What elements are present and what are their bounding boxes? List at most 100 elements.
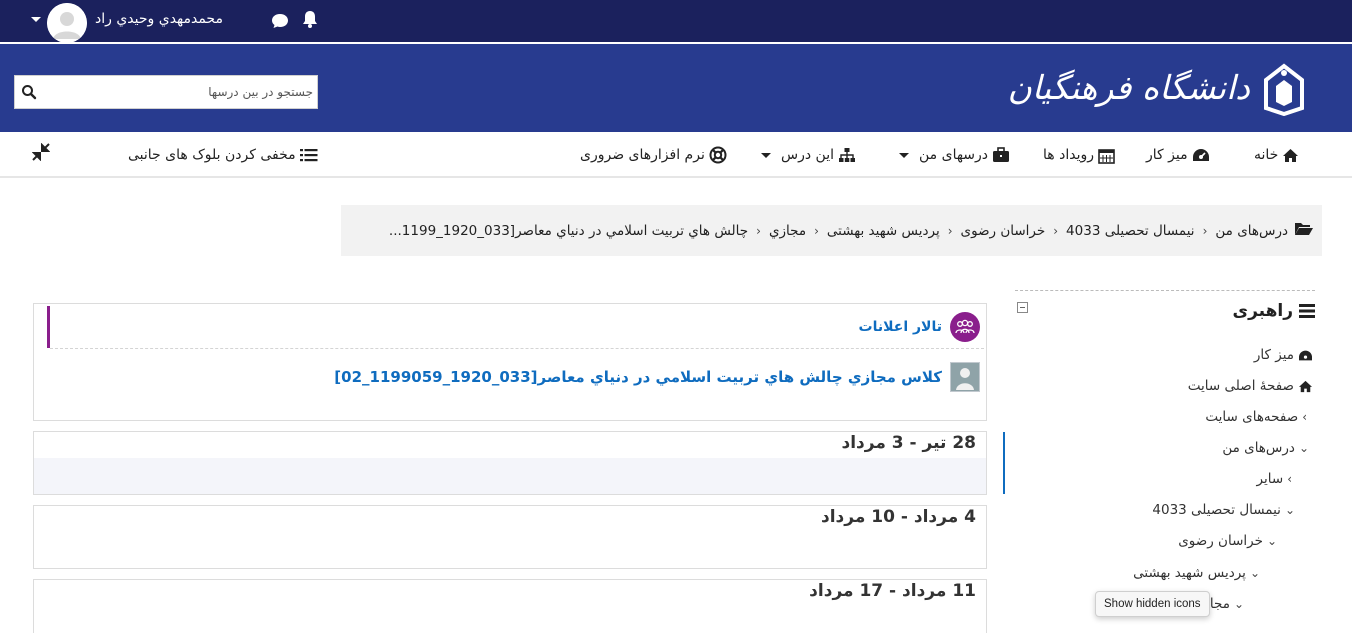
chevron-left-icon: ‹ (947, 223, 953, 238)
chevron-down-icon (761, 152, 771, 158)
course-search (14, 75, 318, 109)
week-section: 4 مرداد - 10 مرداد (33, 505, 987, 569)
search-input[interactable] (45, 76, 317, 108)
list-icon (299, 149, 318, 162)
tree-item-site-home[interactable]: صفحهٔ اصلی سایت (1188, 378, 1313, 394)
tree-item-label: نیمسال تحصیلی 4033 (1152, 502, 1281, 518)
breadcrumb-item[interactable]: خراسان رضوی (961, 223, 1046, 239)
breadcrumb-item[interactable]: درس‌های من (1215, 223, 1288, 239)
dashboard-icon (1192, 149, 1209, 161)
lifebuoy-icon (709, 146, 727, 164)
forum-icon (950, 312, 980, 342)
tree-item-label: سایر (1256, 471, 1284, 487)
site-logo[interactable]: دانشگاه فرهنگیان (1007, 58, 1310, 120)
tree-item-site-pages[interactable]: › صفحه‌های سایت (1205, 409, 1307, 425)
chevron-left-icon: ‹ (1202, 223, 1208, 238)
nav-software[interactable]: نرم افزارهای ضروری (580, 144, 727, 166)
tree-item-virtual[interactable]: ⌄ مجا (1210, 596, 1244, 612)
breadcrumb: درس‌های من ‹ نیمسال تحصیلی 4033 ‹ خراسان… (341, 205, 1322, 256)
user-name[interactable]: محمدمهدي وحيدي راد (95, 11, 223, 27)
briefcase-icon (993, 147, 1010, 162)
chevron-down-icon: ⌄ (1298, 441, 1309, 455)
chevron-down-icon: ⌄ (1249, 566, 1260, 580)
university-emblem-icon (1262, 62, 1306, 117)
compress-icon[interactable] (31, 142, 51, 165)
announcements-link[interactable]: تالار اعلانات (859, 319, 942, 335)
chevron-left-icon: › (1287, 472, 1292, 486)
hide-blocks-button[interactable]: مخفی کردن بلوک های جانبی (32, 144, 318, 166)
bars-icon (1299, 304, 1315, 318)
virtual-class-link[interactable]: كلاس مجازي چالش هاي تربيت اسلامي در دنيا… (334, 368, 942, 386)
site-header: دانشگاه فرهنگیان (0, 44, 1352, 132)
tree-item-label: صفحهٔ اصلی سایت (1187, 378, 1294, 394)
tree-item-other[interactable]: › سایر (1257, 471, 1292, 487)
hide-blocks-label: مخفی کردن بلوک های جانبی (128, 147, 296, 163)
home-icon (1283, 148, 1299, 162)
chevron-left-icon: › (1302, 410, 1307, 424)
chevron-left-icon: ‹ (756, 223, 761, 238)
chevron-down-icon: ⌄ (1266, 534, 1277, 548)
breadcrumb-current: چالش هاي تربيت اسلامي در دنياي معاصر[033… (388, 222, 749, 239)
nav-this-course[interactable]: این درس (761, 144, 856, 166)
tree-item-province[interactable]: ⌄ خراسان رضوی (1178, 533, 1277, 549)
tree-item-semester[interactable]: ⌄ نیمسال تحصیلی 4033 (1152, 502, 1295, 518)
nav-home-label: خانه (1254, 147, 1279, 163)
tree-item-label: مجا (1209, 596, 1230, 612)
week-section: 11 مرداد - 17 مرداد (33, 579, 987, 633)
chevron-down-icon: ⌄ (1284, 503, 1295, 517)
week-title[interactable]: 28 تیر - 3 مرداد (841, 433, 976, 453)
navigation-block: راهبری (1015, 290, 1315, 633)
tree-item-dashboard[interactable]: میز کار (1254, 347, 1313, 363)
nav-software-label: نرم افزارهای ضروری (580, 147, 705, 163)
highlight-bar (47, 306, 50, 348)
tree-item-label: میز کار (1253, 347, 1294, 363)
folder-open-icon (1294, 221, 1314, 240)
nav-this-course-label: این درس (781, 147, 834, 163)
collapse-block-icon[interactable] (1017, 302, 1028, 313)
chat-icon[interactable] (270, 11, 290, 31)
nav-my-courses[interactable]: درسهای من (899, 144, 1010, 166)
chevron-left-icon: ‹ (1053, 223, 1059, 238)
breadcrumb-item[interactable]: نیمسال تحصیلی 4033 (1066, 223, 1195, 239)
bell-icon[interactable] (300, 9, 320, 29)
nav-home[interactable]: خانه (1254, 144, 1299, 166)
top-bar: محمدمهدي وحيدي راد (0, 0, 1352, 43)
navigation-block-title: راهبری (1232, 301, 1315, 321)
tree-item-label: پردیس شهید بهشتی (1133, 565, 1246, 581)
announcements-forum[interactable]: تالار اعلانات (859, 312, 980, 342)
nav-events[interactable]: رویداد ها (1043, 144, 1115, 166)
course-section-general: تالار اعلانات كلاس مجازي چالش هاي تربيت … (33, 303, 987, 421)
tree-item-my-courses[interactable]: ⌄ درس‌های من (1222, 440, 1309, 456)
tree-item-label: صفحه‌های سایت (1205, 409, 1299, 425)
week-title[interactable]: 11 مرداد - 17 مرداد (809, 581, 976, 601)
nav-my-courses-label: درسهای من (919, 147, 989, 163)
breadcrumb-item[interactable]: پردیس شهید بهشتی (827, 223, 940, 239)
logo-text: دانشگاه فرهنگیان (1007, 68, 1250, 107)
avatar[interactable] (47, 3, 87, 43)
virtual-class-activity[interactable]: كلاس مجازي چالش هاي تربيت اسلامي در دنيا… (334, 362, 980, 392)
nav-dashboard-label: میز کار (1146, 147, 1188, 163)
user-menu-caret-icon[interactable] (31, 17, 41, 22)
nav-events-label: رویداد ها (1043, 147, 1094, 163)
virtual-class-icon (950, 362, 980, 392)
week-title[interactable]: 4 مرداد - 10 مرداد (821, 507, 976, 527)
main-nav: خانه میز کار رویداد ها درسهای من این درس… (0, 132, 1352, 178)
divider (50, 348, 984, 349)
tree-item-campus[interactable]: ⌄ پردیس شهید بهشتی (1133, 565, 1260, 581)
chevron-down-icon: ⌄ (1233, 597, 1244, 611)
week-section: 28 تیر - 3 مرداد (33, 431, 987, 495)
tree-item-label: درس‌های من (1222, 440, 1295, 456)
current-week-indicator (1003, 432, 1005, 494)
breadcrumb-item[interactable]: مجازي (769, 223, 806, 239)
navigation-block-title-text: راهبری (1232, 301, 1294, 321)
dashboard-icon (1299, 350, 1312, 360)
nav-dashboard[interactable]: میز کار (1146, 144, 1210, 166)
chevron-left-icon: ‹ (814, 223, 819, 238)
tree-item-label: خراسان رضوی (1178, 533, 1263, 549)
search-icon[interactable] (21, 84, 37, 100)
tooltip: Show hidden icons (1095, 591, 1210, 617)
chevron-down-icon (899, 152, 909, 158)
home-icon (1299, 380, 1312, 392)
sitemap-icon (838, 148, 855, 162)
calendar-icon (1098, 148, 1115, 164)
